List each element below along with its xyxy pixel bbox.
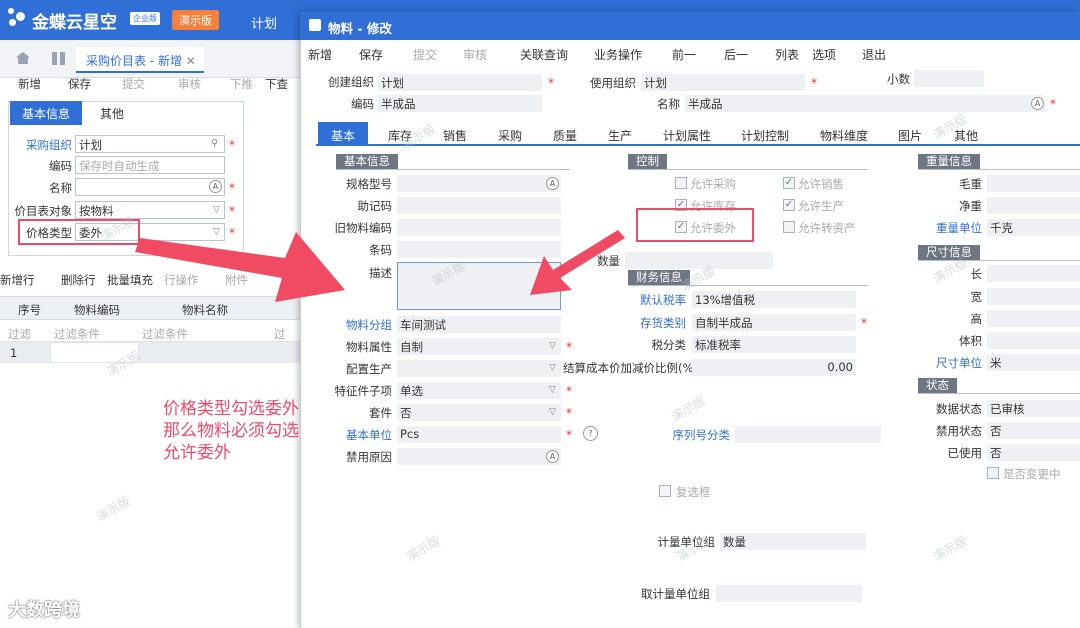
- arrow-to-dialog: [135, 232, 345, 302]
- arrow-to-checkbox: [530, 230, 625, 295]
- annotation-arrows: [135, 230, 625, 302]
